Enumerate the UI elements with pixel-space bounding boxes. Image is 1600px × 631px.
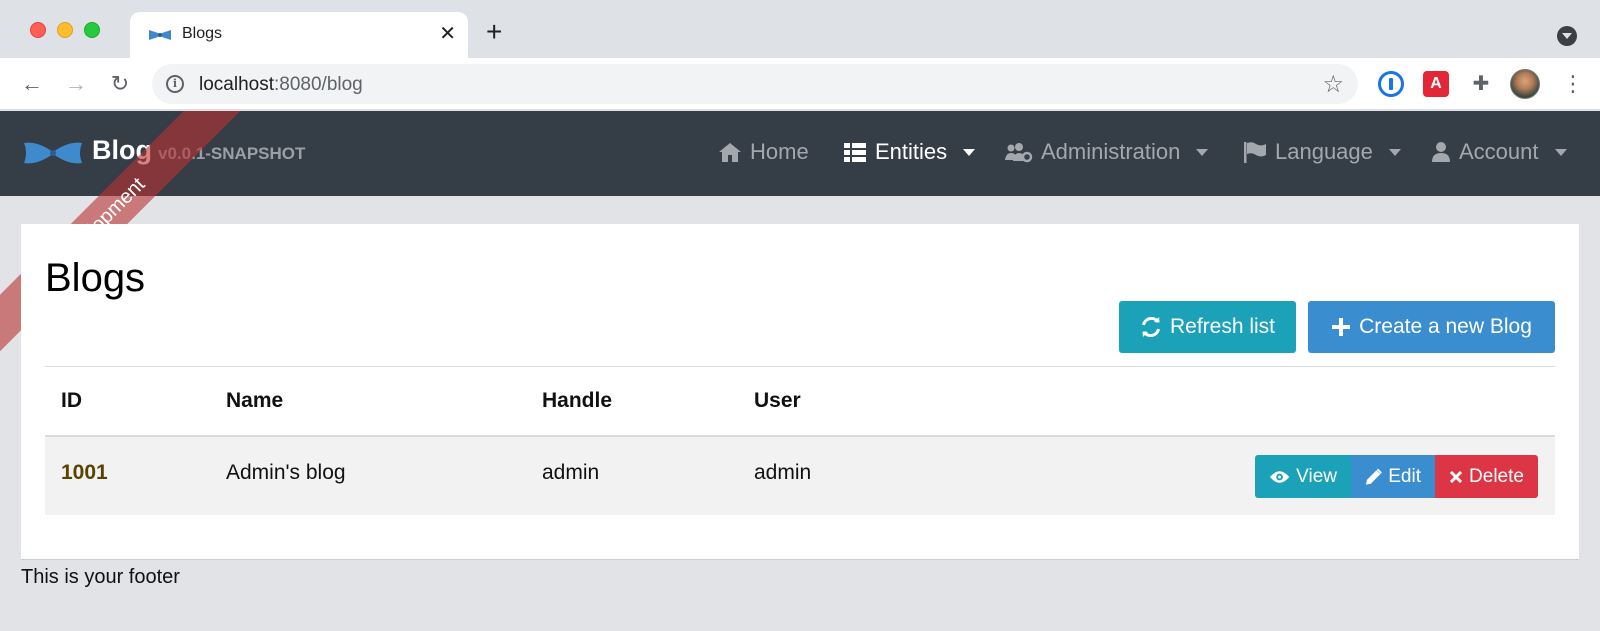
- nav-home[interactable]: Home: [718, 139, 809, 165]
- blogs-table: ID Name Handle User 1001 Admin's blog ad…: [45, 366, 1555, 515]
- user-icon: [1432, 142, 1450, 162]
- column-header-user[interactable]: User: [754, 389, 801, 413]
- column-header-id[interactable]: ID: [61, 389, 82, 413]
- nav-home-label: Home: [750, 139, 809, 164]
- tab-close-icon[interactable]: ✕: [439, 22, 456, 46]
- eye-icon: [1269, 470, 1290, 483]
- page-footer: This is your footer: [21, 566, 180, 588]
- tab-search-icon[interactable]: [1557, 26, 1577, 46]
- red-extension-icon[interactable]: A: [1423, 71, 1449, 97]
- chevron-down-icon: [963, 148, 976, 156]
- bookmark-star-icon[interactable]: ☆: [1322, 70, 1344, 99]
- chevron-down-icon: [1554, 148, 1567, 156]
- blog-handle: admin: [542, 461, 600, 484]
- create-blog-button[interactable]: Create a new Blog: [1308, 301, 1555, 353]
- column-header-name[interactable]: Name: [226, 389, 283, 413]
- browser-tab-blogs[interactable]: Blogs ✕: [130, 12, 468, 58]
- column-header-handle[interactable]: Handle: [542, 389, 612, 413]
- nav-language[interactable]: Language: [1243, 139, 1401, 165]
- delete-label: Delete: [1469, 465, 1524, 487]
- profile-avatar[interactable]: [1510, 69, 1540, 99]
- nav-account-label: Account: [1459, 139, 1539, 164]
- create-blog-label: Create a new Blog: [1359, 315, 1532, 338]
- table-row: 1001 Admin's blog admin admin View Edit …: [45, 437, 1555, 515]
- nav-administration-label: Administration: [1041, 139, 1181, 164]
- browser-tab-strip: Blogs ✕ +: [0, 0, 1600, 58]
- browser-menu-icon[interactable]: ⋮: [1562, 70, 1584, 98]
- app-navbar: Blog v0.0.1-SNAPSHOT Home Entities Admin…: [0, 111, 1600, 196]
- chevron-down-icon: [1388, 148, 1401, 156]
- flag-icon: [1244, 142, 1266, 163]
- nav-administration[interactable]: Administration: [1005, 139, 1209, 165]
- url-path: :8080/blog: [274, 74, 363, 95]
- window-close-button[interactable]: [30, 22, 46, 38]
- times-icon: [1449, 470, 1463, 483]
- brand-title[interactable]: Blog: [92, 135, 152, 166]
- chevron-down-icon: [1196, 148, 1209, 156]
- nav-account[interactable]: Account: [1431, 139, 1567, 165]
- site-info-icon[interactable]: i: [166, 75, 184, 93]
- new-tab-icon[interactable]: +: [486, 18, 502, 46]
- edit-label: Edit: [1388, 465, 1421, 487]
- url-host: localhost: [199, 74, 274, 95]
- window-minimize-button[interactable]: [57, 22, 73, 38]
- refresh-list-button[interactable]: Refresh list: [1119, 301, 1296, 353]
- refresh-list-label: Refresh list: [1169, 315, 1276, 338]
- sync-icon: [1142, 316, 1160, 338]
- blog-user-link[interactable]: admin: [754, 461, 811, 485]
- pencil-icon: [1365, 468, 1382, 485]
- nav-entities-label: Entities: [875, 139, 948, 164]
- forward-arrow-icon[interactable]: →: [62, 70, 90, 98]
- brand-version: v0.0.1-SNAPSHOT: [158, 144, 306, 163]
- extensions-puzzle-icon[interactable]: ✚: [1468, 71, 1494, 97]
- browser-toolbar: ← → ↻ i localhost:8080/blog ☆ A ✚ ⋮: [0, 58, 1600, 110]
- nav-entities[interactable]: Entities: [843, 139, 976, 165]
- row-actions: View Edit Delete: [1255, 455, 1538, 498]
- address-bar[interactable]: i localhost:8080/blog ☆: [152, 64, 1358, 104]
- reload-icon[interactable]: ↻: [106, 70, 134, 98]
- delete-button[interactable]: Delete: [1435, 455, 1538, 498]
- back-arrow-icon[interactable]: ←: [18, 70, 46, 98]
- blog-name: Admin's blog: [226, 461, 346, 484]
- table-header: ID Name Handle User: [45, 367, 1555, 437]
- plus-icon: [1332, 318, 1351, 336]
- jhipster-logo-icon[interactable]: [22, 139, 84, 167]
- view-label: View: [1296, 465, 1337, 487]
- blog-id-link[interactable]: 1001: [61, 461, 108, 485]
- url-text[interactable]: localhost:8080/blog: [199, 74, 363, 96]
- th-list-icon: [844, 143, 866, 162]
- tab-title: Blogs: [182, 25, 223, 42]
- nav-language-label: Language: [1275, 139, 1373, 164]
- content-card: Blogs Refresh list Create a new Blog ID …: [21, 224, 1579, 560]
- home-icon: [719, 143, 741, 162]
- view-button[interactable]: View: [1255, 455, 1351, 498]
- window-zoom-button[interactable]: [84, 22, 100, 38]
- page-title: Blogs: [45, 256, 146, 300]
- jhipster-favicon-icon: [149, 30, 171, 40]
- edit-button[interactable]: Edit: [1351, 455, 1435, 498]
- users-cog-icon: [1005, 143, 1033, 163]
- password-manager-extension-icon[interactable]: [1378, 71, 1404, 97]
